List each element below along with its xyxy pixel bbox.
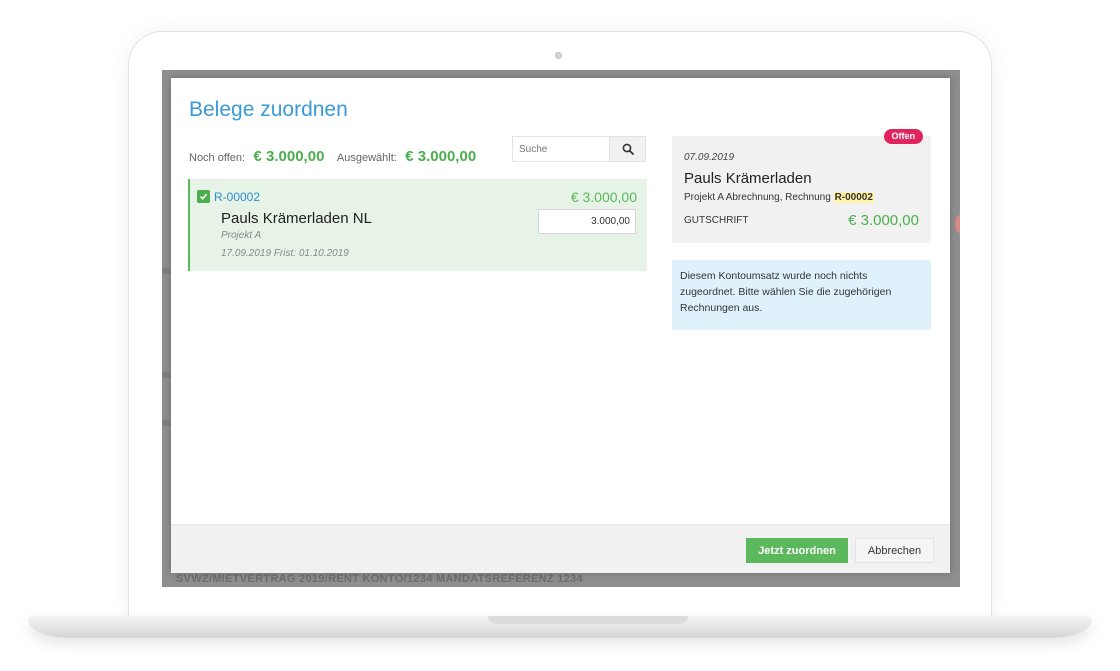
invoice-list-item[interactable]: R-00002 € 3.000,00 Pauls Krämerladen NL … xyxy=(188,179,647,271)
amount-summary: Noch offen: € 3.000,00 Ausgewählt: € 3.0… xyxy=(189,148,484,166)
assign-documents-modal: Belege zuordnen Noch offen: € 3.000,00 A… xyxy=(171,78,950,573)
transaction-reference-highlight: R-00002 xyxy=(833,192,874,203)
checkmark-icon xyxy=(199,193,208,200)
open-amount-value: € 3.000,00 xyxy=(253,148,325,165)
background-reference-text: SVWZ/MIETVERTRAG 2019/RENT KONTO/1234 MA… xyxy=(176,573,583,585)
assign-now-button[interactable]: Jetzt zuordnen xyxy=(746,538,848,563)
open-amount-label: Noch offen: xyxy=(189,152,246,164)
background-row xyxy=(162,268,170,274)
info-message: Diesem Kontoumsatz wurde noch nichts zug… xyxy=(672,260,931,330)
search-input[interactable] xyxy=(513,137,611,161)
search-box xyxy=(512,136,646,162)
transaction-amount: € 3.000,00 xyxy=(848,212,919,229)
transaction-reference-text: Projekt A Abrechnung, Rechnung xyxy=(684,192,831,203)
background-row xyxy=(162,420,170,426)
camera-icon xyxy=(555,52,562,59)
transaction-reference: Projekt A Abrechnung, Rechnung R-00002 xyxy=(684,192,874,203)
search-button[interactable] xyxy=(609,137,645,161)
background-row xyxy=(162,372,170,378)
invoice-project: Projekt A xyxy=(221,230,262,241)
screen: SVWZ/MIETVERTRAG 2019/RENT KONTO/1234 MA… xyxy=(162,70,960,587)
invoice-checkbox[interactable] xyxy=(197,190,210,203)
invoice-dates: 17.09.2019 Frist: 01.10.2019 xyxy=(221,248,349,259)
invoice-amount: € 3.000,00 xyxy=(570,189,637,205)
selected-amount-value: € 3.000,00 xyxy=(405,148,477,165)
selected-amount-label: Ausgewählt: xyxy=(336,152,397,164)
assigned-amount-input[interactable] xyxy=(538,209,636,234)
bank-transaction-panel: Offen 07.09.2019 Pauls Krämerladen Proje… xyxy=(672,129,931,243)
laptop-base xyxy=(28,616,1092,638)
laptop-notch xyxy=(488,616,688,624)
transaction-type: GUTSCHRIFT xyxy=(684,215,749,226)
invoice-client-name: Pauls Krämerladen NL xyxy=(221,210,372,227)
invoice-number-link[interactable]: R-00002 xyxy=(214,190,260,204)
transaction-date: 07.09.2019 xyxy=(684,152,735,163)
modal-footer: Jetzt zuordnen Abbrechen xyxy=(171,524,950,573)
transaction-client: Pauls Krämerladen xyxy=(684,170,812,187)
cancel-button[interactable]: Abbrechen xyxy=(855,538,934,563)
background-status-dot xyxy=(955,215,960,233)
modal-title: Belege zuordnen xyxy=(189,98,348,121)
search-icon xyxy=(622,143,634,155)
status-badge: Offen xyxy=(883,129,923,144)
